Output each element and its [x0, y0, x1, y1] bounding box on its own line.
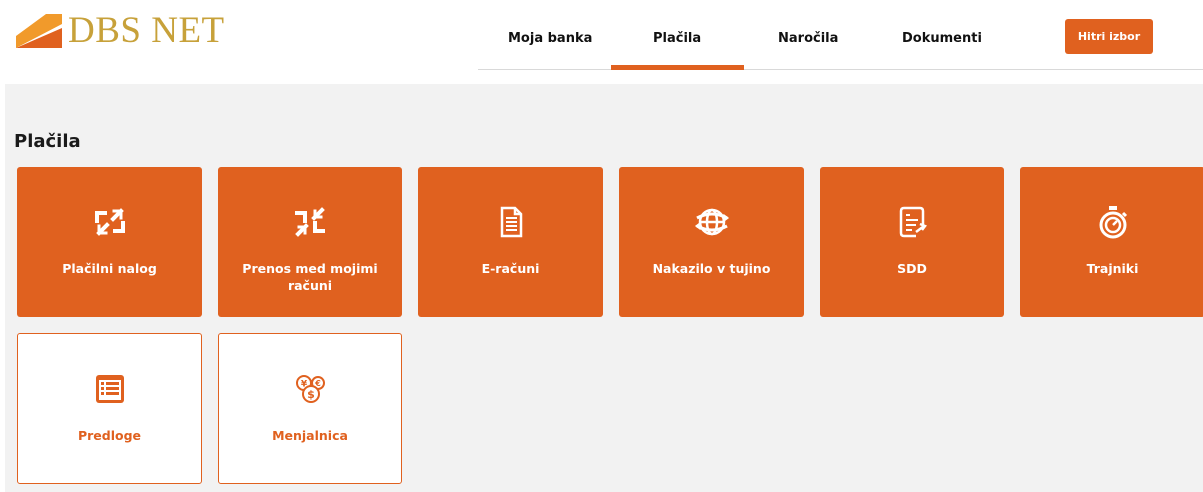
tile-placilni-nalog[interactable]: Plačilni nalog [17, 167, 202, 317]
tile-label: Menjalnica [272, 428, 348, 443]
tile-label: Nakazilo v tujino [652, 261, 771, 276]
tile-sdd[interactable]: SDD [820, 167, 1004, 317]
header: DBS NET Moja banka Plačila Naročila Doku… [0, 0, 1203, 84]
nav-item-narocila[interactable]: Naročila [778, 31, 838, 46]
tile-prenos-med-racuni[interactable]: Prenos med mojimi računi [218, 167, 402, 317]
logo[interactable]: DBS NET [16, 10, 225, 51]
tile-nakazilo-v-tujino[interactable]: Nakazilo v tujino [619, 167, 804, 317]
expand-arrows-icon [17, 204, 202, 242]
nav-item-placila[interactable]: Plačila [653, 31, 701, 46]
logo-text: DBS NET [68, 10, 225, 51]
tile-label: Plačilni nalog [62, 261, 157, 276]
list-template-icon [18, 371, 201, 409]
tile-label: Predloge [77, 428, 142, 443]
currency-exchange-icon: ¥ € $ [219, 371, 401, 409]
tile-label: E-računi [481, 261, 540, 276]
svg-text:$: $ [307, 388, 315, 401]
tile-label: SDD [897, 261, 927, 276]
tile-label: Trajniki [1086, 261, 1139, 276]
active-nav-indicator [611, 65, 744, 70]
quick-select-button[interactable]: Hitri izbor [1065, 19, 1153, 54]
main-nav: Moja banka Plačila Naročila Dokumenti Hi… [478, 0, 1203, 70]
scroll-document-icon [820, 204, 1004, 242]
nav-item-moja-banka[interactable]: Moja banka [508, 31, 592, 46]
compress-arrows-icon [218, 204, 402, 242]
tile-label: Prenos med mojimi računi [242, 261, 378, 293]
tile-predloge[interactable]: Predloge [17, 333, 202, 484]
document-icon [418, 204, 603, 242]
tile-e-racuni[interactable]: E-računi [418, 167, 603, 317]
logo-mark-icon [16, 14, 62, 48]
stopwatch-icon [1020, 204, 1203, 242]
tile-menjalnica[interactable]: ¥ € $ Menjalnica [218, 333, 402, 484]
tile-trajniki[interactable]: Trajniki [1020, 167, 1203, 317]
main-content: Plačila Plačilni nalog Prenos med mojimi… [5, 84, 1203, 492]
page-title: Plačila [14, 131, 81, 152]
nav-item-dokumenti[interactable]: Dokumenti [902, 31, 982, 46]
globe-transfer-icon [619, 204, 804, 242]
